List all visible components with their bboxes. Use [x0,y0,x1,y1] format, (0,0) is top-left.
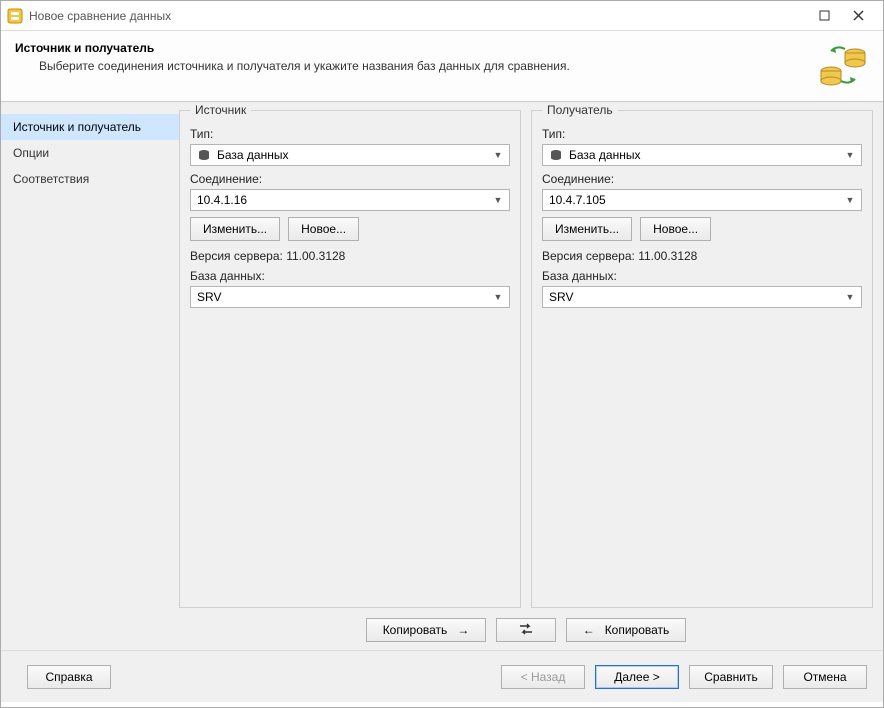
target-legend: Получатель [542,103,618,117]
cancel-button[interactable]: Отмена [783,665,867,689]
wizard-header: Источник и получатель Выберите соединени… [1,31,883,102]
next-button[interactable]: Далее > [595,665,679,689]
app-icon [7,8,23,24]
wizard-title: Источник и получатель [15,41,805,55]
panels: Источник Тип: База данных ▼ Соединение: … [179,110,873,650]
help-button[interactable]: Справка [27,665,111,689]
button-label: < Назад [521,670,566,684]
target-db-combo[interactable]: SRV ▼ [542,286,862,308]
source-version-label: Версия сервера: [190,249,283,263]
close-button[interactable] [841,5,875,27]
copy-to-right-button[interactable]: Копировать → [366,618,486,642]
target-version-value: 11.00.3128 [638,249,697,263]
source-db-label: База данных: [190,269,510,283]
source-conn-buttons: Изменить... Новое... [190,217,510,241]
button-label: Копировать [383,623,448,637]
sidebar-item-label: Источник и получатель [13,120,141,134]
source-group: Источник Тип: База данных ▼ Соединение: … [179,110,521,608]
button-label: Справка [45,670,92,684]
target-type-combo[interactable]: База данных ▼ [542,144,862,166]
source-edit-conn-button[interactable]: Изменить... [190,217,280,241]
target-new-conn-button[interactable]: Новое... [640,217,711,241]
target-group: Получатель Тип: База данных ▼ Соединение… [531,110,873,608]
chevron-down-icon: ▼ [491,195,505,205]
target-version: Версия сервера: 11.00.3128 [542,249,862,263]
button-label: Отмена [803,670,846,684]
panels-row: Источник Тип: База данных ▼ Соединение: … [179,110,873,608]
chevron-down-icon: ▼ [843,195,857,205]
target-db-label: База данных: [542,269,862,283]
button-label: Изменить... [555,222,619,236]
target-conn-combo[interactable]: 10.4.7.105 ▼ [542,189,862,211]
target-version-label: Версия сервера: [542,249,635,263]
button-label: Новое... [653,222,698,236]
window-title: Новое сравнение данных [29,9,807,23]
sidebar-item-options[interactable]: Опции [1,140,179,166]
wizard-body: Источник и получатель Опции Соответствия… [1,102,883,650]
compare-button[interactable]: Сравнить [689,665,773,689]
source-db-value: SRV [197,290,485,304]
sidebar-item-label: Соответствия [13,172,89,186]
source-conn-value: 10.4.1.16 [197,193,485,207]
chevron-down-icon: ▼ [843,150,857,160]
chevron-down-icon: ▼ [843,292,857,302]
source-conn-combo[interactable]: 10.4.1.16 ▼ [190,189,510,211]
target-conn-label: Соединение: [542,172,862,186]
wizard-sidebar: Источник и получатель Опции Соответствия [1,110,179,650]
target-db-value: SRV [549,290,837,304]
sidebar-item-label: Опции [13,146,49,160]
database-icon [549,148,563,162]
sidebar-item-mappings[interactable]: Соответствия [1,166,179,192]
wizard-footer: Справка < Назад Далее > Сравнить Отмена [1,650,883,702]
button-label: Далее > [614,670,660,684]
source-version: Версия сервера: 11.00.3128 [190,249,510,263]
target-type-label: Тип: [542,127,862,141]
copy-to-left-button[interactable]: ← Копировать [566,618,686,642]
source-db-combo[interactable]: SRV ▼ [190,286,510,308]
wizard-subtitle: Выберите соединения источника и получате… [15,59,805,73]
button-label: Сравнить [704,670,757,684]
target-conn-value: 10.4.7.105 [549,193,837,207]
source-conn-label: Соединение: [190,172,510,186]
source-version-value: 11.00.3128 [286,249,345,263]
compare-db-icon [815,41,869,89]
target-edit-conn-button[interactable]: Изменить... [542,217,632,241]
source-new-conn-button[interactable]: Новое... [288,217,359,241]
target-type-value: База данных [569,148,837,162]
back-button[interactable]: < Назад [501,665,585,689]
source-legend: Источник [190,103,251,117]
maximize-button[interactable] [807,5,841,27]
source-type-combo[interactable]: База данных ▼ [190,144,510,166]
sidebar-item-source-target[interactable]: Источник и получатель [1,114,179,140]
arrow-left-icon: ← [583,623,595,637]
wizard-header-text: Источник и получатель Выберите соединени… [15,41,805,73]
target-conn-buttons: Изменить... Новое... [542,217,862,241]
database-icon [197,148,211,162]
button-label: Изменить... [203,222,267,236]
copy-row: Копировать → ← Копировать [179,608,873,650]
source-type-value: База данных [217,148,485,162]
chevron-down-icon: ▼ [491,292,505,302]
swap-icon [518,622,534,639]
swap-button[interactable] [496,618,556,642]
titlebar: Новое сравнение данных [1,1,883,31]
source-type-label: Тип: [190,127,510,141]
button-label: Копировать [605,623,670,637]
arrow-right-icon: → [457,623,469,637]
button-label: Новое... [301,222,346,236]
chevron-down-icon: ▼ [491,150,505,160]
